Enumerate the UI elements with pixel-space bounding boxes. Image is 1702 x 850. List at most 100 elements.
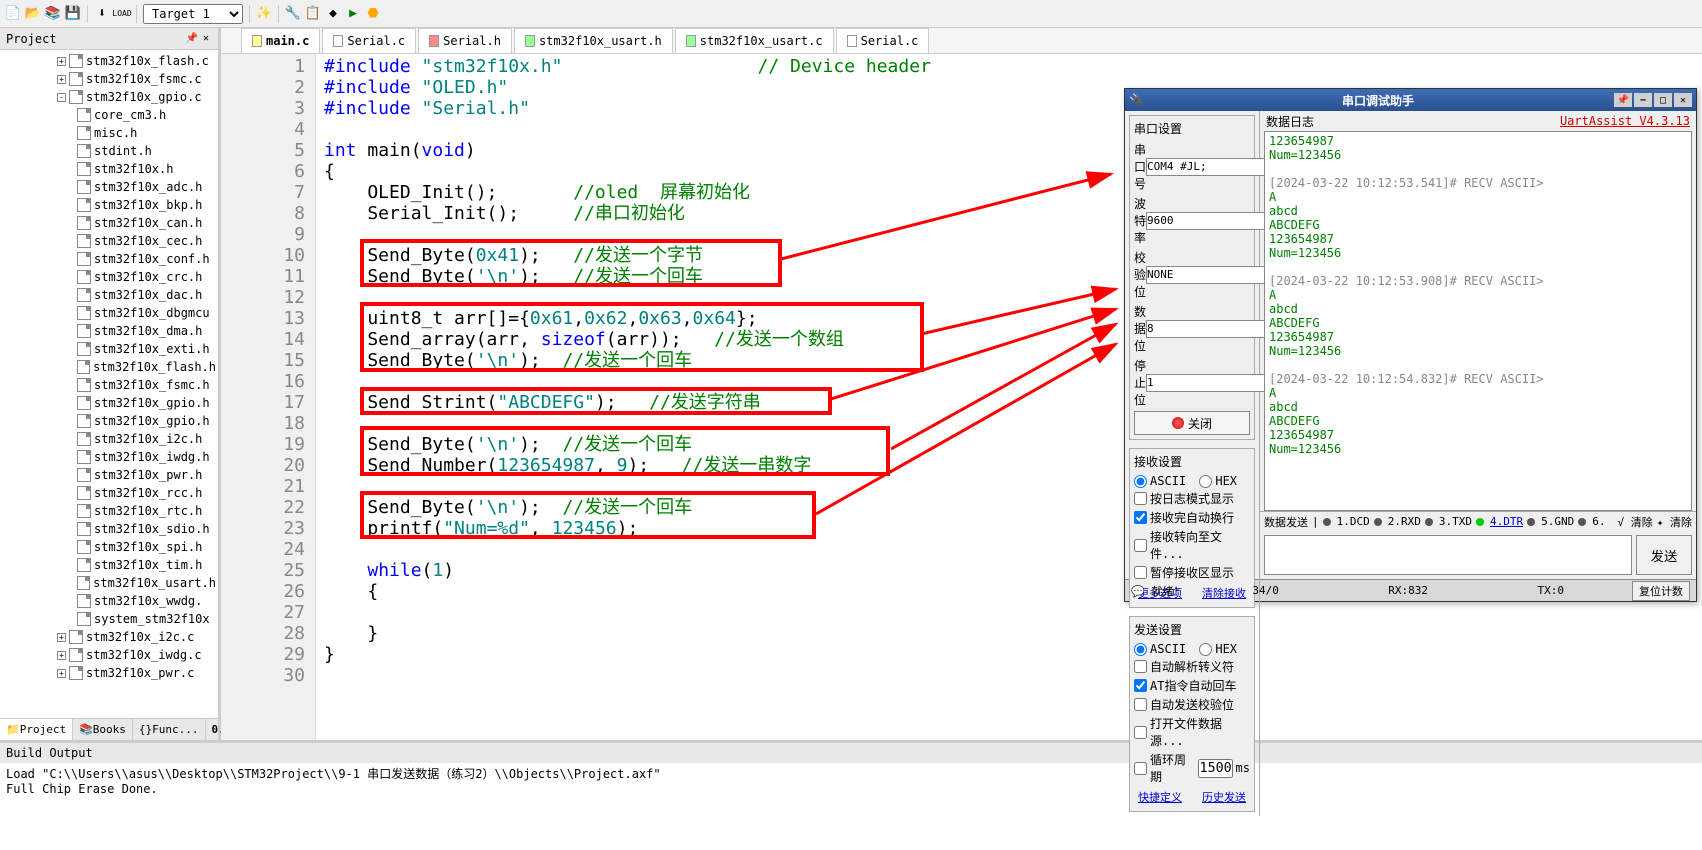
tree-item[interactable]: stm32f10x_dac.h [75, 286, 218, 304]
tree-item[interactable]: stm32f10x_spi.h [75, 538, 218, 556]
tree-item[interactable]: stm32f10x.h [75, 160, 218, 178]
tree-item[interactable]: +stm32f10x_flash.c [55, 52, 218, 70]
tree-item[interactable]: +stm32f10x_iwdg.c [55, 646, 218, 664]
tree-item[interactable]: stm32f10x_usart.h [75, 574, 218, 592]
project-tab-books[interactable]: 📚 Books [73, 719, 133, 740]
minimize-button[interactable]: − [1634, 93, 1652, 107]
project-tab-project[interactable]: 📁 Project [0, 719, 73, 740]
recv-hex-radio[interactable] [1199, 475, 1212, 488]
connection-led-icon [1172, 417, 1184, 429]
options-icon[interactable]: 🔧 [285, 6, 301, 22]
close-port-button[interactable]: 关闭 [1134, 411, 1250, 435]
tree-item[interactable]: stm32f10x_sdio.h [75, 520, 218, 538]
send-hex-radio[interactable] [1199, 643, 1212, 656]
file-tab[interactable]: Serial.h [418, 28, 512, 53]
send-button[interactable]: 发送 [1636, 535, 1692, 575]
tree-item[interactable]: stm32f10x_fsmc.h [75, 376, 218, 394]
build-output-body[interactable]: Load "C:\\Users\\asus\\Desktop\\STM32Pro… [0, 763, 1702, 798]
main-toolbar: 📄 📂 📚 💾 ⬇ LOAD Target 1 ✨ 🔧 📋 ◆ ▶ ⬣ [0, 0, 1702, 28]
send-settings-group: 发送设置 ASCII HEX 自动解析转义符 AT指令自动回车 自动发送校验位 … [1129, 616, 1255, 812]
port-settings-group: 串口设置 串口号 波特率 校验位 数据位 停止位 关闭 [1129, 115, 1255, 440]
tree-item[interactable]: stm32f10x_pwr.h [75, 466, 218, 484]
tree-item[interactable]: stm32f10x_dbgmcu [75, 304, 218, 322]
send-quick-link[interactable]: 快捷定义 [1138, 789, 1182, 805]
tree-item[interactable]: system_stm32f10x [75, 610, 218, 628]
file-tab[interactable]: Serial.c [322, 28, 416, 53]
clear-btn-1[interactable]: √ 清除 [1618, 514, 1653, 530]
tree-item[interactable]: stm32f10x_rcc.h [75, 484, 218, 502]
project-title: Project [6, 32, 57, 46]
debug-icon[interactable]: ◆ [325, 6, 341, 22]
tree-item[interactable]: +stm32f10x_fsmc.c [55, 70, 218, 88]
load-icon[interactable]: LOAD [114, 6, 130, 22]
tree-item[interactable]: stm32f10x_adc.h [75, 178, 218, 196]
recv-ascii-radio[interactable] [1134, 475, 1147, 488]
tree-item[interactable]: stm32f10x_iwdg.h [75, 448, 218, 466]
tree-item[interactable]: -stm32f10x_gpio.c [55, 88, 218, 106]
tree-item[interactable]: core_cm3.h [75, 106, 218, 124]
tree-item[interactable]: stm32f10x_flash.h [75, 358, 218, 376]
clear-btn-2[interactable]: ✦ 清除 [1657, 514, 1692, 530]
tree-item[interactable]: +stm32f10x_i2c.c [55, 628, 218, 646]
pin-icon[interactable]: 📌 [186, 33, 198, 45]
close-panel-icon[interactable]: ✕ [200, 33, 212, 45]
new-icon[interactable]: 📄 [5, 6, 21, 22]
send-history-link[interactable]: 历史发送 [1202, 789, 1246, 805]
manage-icon[interactable]: 📋 [305, 6, 321, 22]
project-panel: Project 📌✕ +stm32f10x_flash.c+stm32f10x_… [0, 28, 221, 740]
version-link[interactable]: UartAssist V4.3.13 [1560, 114, 1690, 128]
serial-titlebar[interactable]: 🔌 串口调试助手 📌 − □ ✕ [1125, 89, 1696, 111]
recv-opt-3[interactable] [1134, 566, 1147, 579]
tree-item[interactable]: stm32f10x_bkp.h [75, 196, 218, 214]
pin-button[interactable]: 📌 [1614, 93, 1632, 107]
send-opt-0[interactable] [1134, 660, 1147, 673]
tree-item[interactable]: stm32f10x_gpio.h [75, 394, 218, 412]
send-opt-1[interactable] [1134, 679, 1147, 692]
tree-item[interactable]: misc.h [75, 124, 218, 142]
target-select[interactable]: Target 1 [143, 4, 243, 24]
maximize-button[interactable]: □ [1654, 93, 1672, 107]
tree-item[interactable]: stm32f10x_conf.h [75, 250, 218, 268]
send-textarea[interactable] [1264, 535, 1632, 575]
file-tab[interactable]: Serial.c [836, 28, 930, 53]
books-icon[interactable]: 📚 [45, 6, 61, 22]
open-icon[interactable]: 📂 [25, 6, 41, 22]
log-title: 数据日志 [1266, 113, 1314, 130]
tree-item[interactable]: stm32f10x_cec.h [75, 232, 218, 250]
receive-log[interactable]: 123654987Num=123456 [2024-03-22 10:12:53… [1264, 131, 1692, 511]
project-tab-functions[interactable]: {} Func... [133, 719, 206, 740]
file-tab[interactable]: stm32f10x_usart.h [514, 28, 673, 53]
dtr-link[interactable]: 4.DTR [1490, 515, 1523, 528]
tree-item[interactable]: stm32f10x_i2c.h [75, 430, 218, 448]
build-icon[interactable]: ⬇ [94, 6, 110, 22]
file-tab[interactable]: main.c [241, 28, 320, 53]
close-button[interactable]: ✕ [1674, 93, 1692, 107]
file-tab[interactable]: stm32f10x_usart.c [675, 28, 834, 53]
project-bottom-tabs: 📁 Project 📚 Books {} Func... 0. Temp... [0, 718, 218, 740]
tree-item[interactable]: stm32f10x_rtc.h [75, 502, 218, 520]
tree-item[interactable]: stm32f10x_tim.h [75, 556, 218, 574]
recv-opt-1[interactable] [1134, 511, 1147, 524]
send-opt-2[interactable] [1134, 698, 1147, 711]
recv-opt-0[interactable] [1134, 492, 1147, 505]
tree-item[interactable]: stdint.h [75, 142, 218, 160]
send-ascii-radio[interactable] [1134, 643, 1147, 656]
wand-icon[interactable]: ✨ [256, 6, 272, 22]
recv-opt-2[interactable] [1134, 539, 1147, 552]
build-output-title: Build Output [0, 743, 1702, 763]
tree-item[interactable]: stm32f10x_can.h [75, 214, 218, 232]
stop-icon[interactable]: ⬣ [365, 6, 381, 22]
loop-value-input[interactable] [1198, 759, 1233, 778]
loop-check[interactable] [1134, 762, 1147, 775]
tree-item[interactable]: +stm32f10x_pwr.c [55, 664, 218, 682]
send-opt-3[interactable] [1134, 726, 1147, 739]
tree-item[interactable]: stm32f10x_crc.h [75, 268, 218, 286]
tree-item[interactable]: stm32f10x_dma.h [75, 322, 218, 340]
tree-item[interactable]: stm32f10x_gpio.h [75, 412, 218, 430]
save-icon[interactable]: 💾 [65, 6, 81, 22]
tree-item[interactable]: stm32f10x_exti.h [75, 340, 218, 358]
run-icon[interactable]: ▶ [345, 6, 361, 22]
project-tree[interactable]: +stm32f10x_flash.c+stm32f10x_fsmc.c-stm3… [0, 50, 218, 718]
tree-item[interactable]: stm32f10x_wwdg. [75, 592, 218, 610]
reset-counter-button[interactable]: 复位计数 [1632, 581, 1690, 601]
